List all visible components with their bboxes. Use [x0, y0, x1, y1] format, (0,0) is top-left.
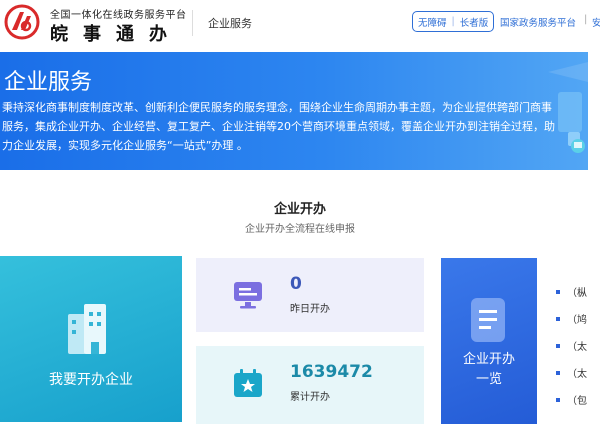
brand-title[interactable]: 皖事通办 [50, 20, 182, 46]
total-label: 累计开办 [290, 392, 330, 403]
monitor-icon [234, 282, 262, 309]
list-item-text: （鸠 [567, 315, 587, 326]
header-link-separator: | [584, 14, 588, 25]
list-item-text: （枞 [567, 288, 587, 299]
company-list-label-line1: 企业开办 [462, 352, 515, 367]
yesterday-label: 昨日开办 [290, 304, 330, 315]
list-item[interactable]: （太 [556, 359, 596, 386]
section-name: 企业服务 [208, 17, 252, 30]
company-list-card[interactable]: 企业开办 一览 [441, 258, 537, 424]
banner-title: 企业服务 [4, 70, 93, 95]
pill-separator: | [451, 16, 455, 27]
calendar-star-icon [234, 369, 262, 397]
bullet-icon [556, 316, 560, 321]
office-illustration-icon [548, 62, 588, 153]
accessibility-switch: 无障碍 | 长者版 [412, 11, 495, 32]
bullet-icon [556, 370, 560, 375]
yesterday-stat-card: 0 昨日开办 [196, 258, 424, 332]
total-count: 1639472 [290, 362, 373, 382]
header-more-link[interactable]: 安 [592, 15, 600, 29]
list-item-text: （太 [567, 369, 587, 380]
site-header: 全国一体化在线政务服务平台 皖事通办 企业服务 无障碍 | 长者版 国家政务服务… [0, 0, 600, 50]
bullet-icon [556, 397, 560, 402]
header-divider [192, 10, 193, 36]
region-list: （枞 （鸠 （太 （太 （包 [556, 278, 596, 413]
list-item[interactable]: （鸠 [556, 305, 596, 332]
section-title: 企业开办 [273, 202, 326, 217]
brand-subtitle: 全国一体化在线政务服务平台 [50, 10, 187, 21]
national-platform-link[interactable]: 国家政务服务平台 [500, 15, 576, 29]
ahzwfw-logo-icon[interactable] [4, 4, 40, 40]
barrier-free-link[interactable]: 无障碍 [418, 15, 447, 29]
open-company-label: 我要开办企业 [49, 372, 133, 388]
yesterday-count: 0 [290, 274, 302, 294]
list-item[interactable]: （枞 [556, 278, 596, 305]
list-item[interactable]: （包 [556, 386, 596, 413]
total-stat-card: 1639472 累计开办 [196, 346, 424, 424]
bullet-icon [556, 289, 560, 294]
list-item[interactable]: （太 [556, 332, 596, 359]
list-item-text: （包 [567, 396, 587, 407]
banner-description: 秉持深化商事制度制度改革、创新利企便民服务的服务理念，围绕企业生命周期办事主题，… [2, 101, 555, 152]
bullet-icon [556, 343, 560, 348]
section-subtitle: 企业开办全流程在线申报 [245, 224, 355, 235]
document-icon [471, 298, 505, 342]
hero-banner: 企业服务 秉持深化商事制度制度改革、创新利企便民服务的服务理念，围绕企业生命周期… [0, 52, 588, 170]
open-company-card[interactable]: 我要开办企业 [0, 256, 182, 422]
elderly-version-link[interactable]: 长者版 [460, 15, 489, 29]
company-list-label-line2: 一览 [475, 372, 502, 387]
list-item-text: （太 [567, 342, 587, 353]
company-list-label: 企业开办 一览 [441, 350, 537, 390]
building-icon [68, 304, 106, 354]
